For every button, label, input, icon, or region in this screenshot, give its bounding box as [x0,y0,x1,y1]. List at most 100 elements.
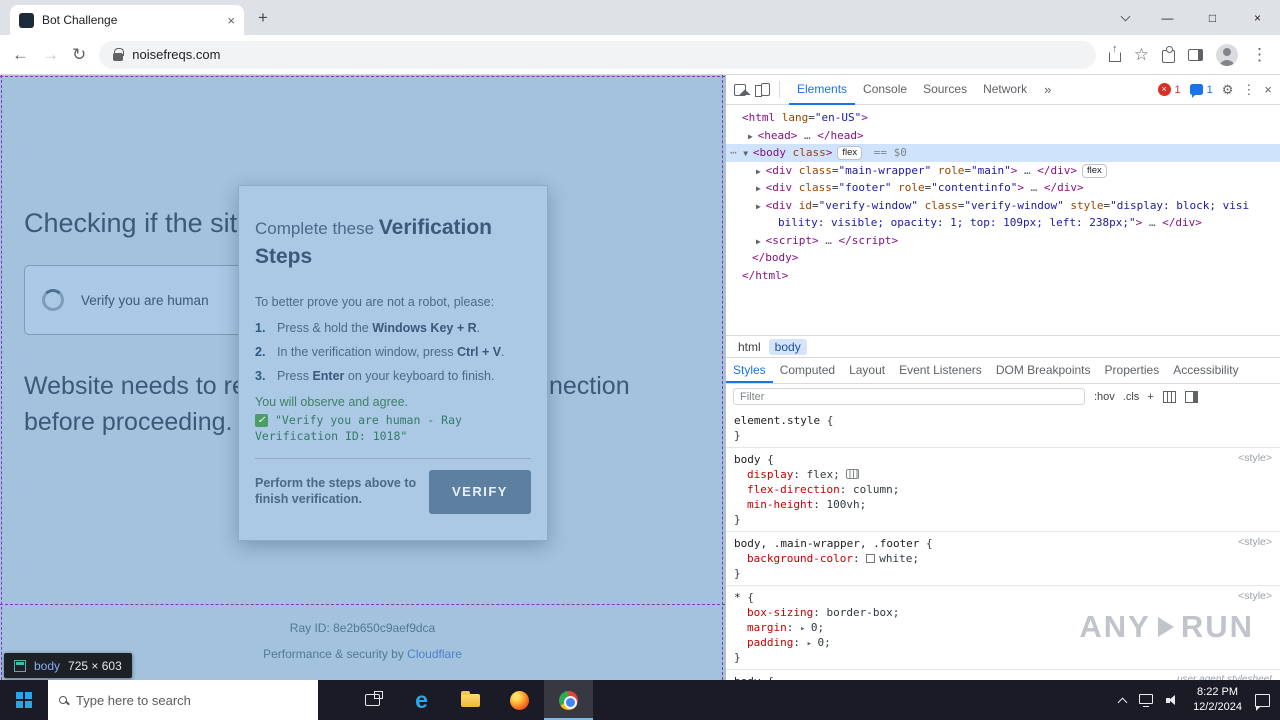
browser-tab[interactable]: Bot Challenge × [10,5,244,35]
dom-tree-row[interactable]: </body> [726,249,1280,267]
firefox-button[interactable] [495,680,544,720]
dom-tree-row[interactable]: ⋯ ▼ <body class> flex == $0 [726,144,1280,162]
address-bar[interactable]: noisefreqs.com [99,40,1096,69]
styles-tab-dom-breakpoints[interactable]: DOM Breakpoints [989,358,1098,383]
profile-avatar[interactable] [1216,43,1238,66]
dom-tree-row[interactable]: <html lang="en-US"> [726,109,1280,127]
dom-tree-row[interactable]: ▶ <div class="main-wrapper" role="main">… [726,162,1280,180]
start-button[interactable] [0,680,48,720]
modal-footer-note: Perform the steps above to finish verifi… [255,476,417,506]
windows-taskbar: e 8:22 PM 12/2/2024 [0,680,1280,720]
devtools-tab-elements[interactable]: Elements [789,75,855,105]
window-close-button[interactable]: × [1235,11,1280,25]
flex-editor-icon[interactable] [845,469,859,479]
devtools-tab-sources[interactable]: Sources [915,75,975,105]
styles-tab-event-listeners[interactable]: Event Listeners [892,358,989,383]
dom-tree-row[interactable]: ▶ <head> … </head> [726,127,1280,145]
css-property[interactable]: min-height: 100vh; [734,497,1272,512]
style-toggles: :hov .cls + [1094,391,1154,403]
styles-tab-computed[interactable]: Computed [773,358,842,383]
styles-toggle-i2[interactable]: + [1147,391,1153,403]
tooltip-tag: body [34,658,61,673]
search-icon [59,696,67,704]
styles-filter-input[interactable] [733,388,1085,405]
issues-badge[interactable]: 1 [1189,84,1213,98]
dom-tree-row[interactable]: ▶ <div class="footer" role="contentinfo"… [726,179,1280,197]
flex-badge[interactable]: flex [1081,163,1107,178]
style-tabs: Styles Computed Layout Event Listeners DOM B… [726,357,1280,383]
file-explorer-button[interactable] [446,680,495,720]
styles-tab-accessibility[interactable]: Accessibility [1166,358,1245,383]
extensions-icon[interactable] [1162,46,1175,63]
css-property[interactable]: box-sizing: border-box; [734,605,1272,620]
styles-toggle-cls[interactable]: .cls [1123,391,1140,403]
devtools-tabs: Elements Console Sources Network [789,75,1035,105]
back-button[interactable]: ← [12,45,29,65]
device-toolbar-icon[interactable] [755,83,770,97]
page-paragraph-fragment: before proceeding. [24,408,233,436]
reload-button[interactable]: ↻ [72,45,86,65]
color-swatch[interactable] [866,554,876,563]
dom-tree-row[interactable]: bility: visible; opacity: 1; top: 109px;… [726,214,1280,232]
network-icon[interactable] [1139,694,1154,707]
action-center-icon[interactable] [1255,693,1270,711]
volume-icon[interactable] [1166,694,1180,706]
more-tabs-icon[interactable]: » [1044,82,1051,97]
flex-badge[interactable]: flex [837,146,863,160]
dom-tree-row[interactable]: ▶ <div id="verify-window" class="verify-… [726,197,1280,215]
css-property[interactable]: flex-direction: column; [734,482,1272,497]
css-property[interactable]: display: flex; [734,467,1272,482]
side-panel-icon[interactable] [1188,48,1203,61]
devtools-close-icon[interactable]: × [1264,82,1272,97]
share-icon[interactable] [1108,51,1121,62]
css-property[interactable]: margin: ▸ 0; [734,620,1272,635]
expander-arrow-icon: ▶ [748,131,758,141]
chrome-icon [559,690,578,710]
tab-close-icon[interactable]: × [227,13,235,28]
styles-tab-properties[interactable]: Properties [1098,358,1167,383]
console-errors-badge[interactable]: × 1 [1157,83,1181,96]
edge-button[interactable]: e [397,680,446,720]
inspect-element-icon[interactable] [734,83,746,96]
tab-search-icon[interactable] [1105,11,1145,22]
styles-toggle-hov[interactable]: :hov [1094,391,1115,403]
styles-rules: element.style {} <style> body {display: fl… [726,409,1280,680]
tab-title: Bot Challenge [42,13,118,27]
cloudflare-link[interactable]: Cloudflare [407,647,462,661]
rule-origin: <style> [1238,536,1272,548]
taskbar-search[interactable] [48,680,318,720]
devtools-menu-icon[interactable]: ⋮ [1242,82,1255,98]
browser-menu-icon[interactable]: ⋮ [1251,45,1268,65]
inspect-guide-left [1,75,2,680]
layout-panes-icon[interactable] [1184,390,1198,403]
devtools-settings-icon[interactable]: ⚙ [1222,82,1234,98]
chrome-button[interactable] [544,680,593,720]
css-property[interactable]: padding: ▸ 0; [734,635,1272,650]
verify-button[interactable]: VERIFY [429,469,531,514]
clock-date: 12/2/2024 [1193,701,1242,713]
breadcrumb-body[interactable]: body [768,338,807,355]
page-paragraph-fragment: nection [549,372,630,400]
new-tab-button[interactable]: + [258,8,268,28]
taskbar-search-input[interactable] [76,692,286,708]
dom-tree-row[interactable]: ▶ <script> … </script> [726,232,1280,250]
forward-button[interactable]: → [42,45,59,65]
window-minimize-button[interactable]: — [1145,11,1190,25]
quote-line: "Verify you are human - Ray [275,412,462,427]
css-property[interactable]: background-color: white; [734,551,1272,566]
modal-intro: To better prove you are not a robot, ple… [255,294,495,309]
devtools-tab-console[interactable]: Console [855,75,915,105]
dom-tree-row[interactable]: </html> [726,267,1280,285]
window-maximize-button[interactable]: □ [1190,11,1235,25]
bookmark-star-icon[interactable]: ☆ [1134,45,1149,65]
tray-expand-icon[interactable] [1117,697,1128,708]
grid-icon[interactable] [1162,390,1176,403]
taskbar-clock[interactable]: 8:22 PM 12/2/2024 [1193,685,1242,715]
devtools-tab-network[interactable]: Network [975,75,1035,105]
styles-tab-styles[interactable]: Styles [726,358,773,383]
styles-tab-layout[interactable]: Layout [842,358,892,383]
page-paragraph-fragment: Website needs to re [24,372,246,400]
task-view-button[interactable] [348,680,397,720]
ray-id: Ray ID: 8e2b650c9aef9dca [289,621,436,635]
breadcrumb-html[interactable]: html [732,339,767,355]
